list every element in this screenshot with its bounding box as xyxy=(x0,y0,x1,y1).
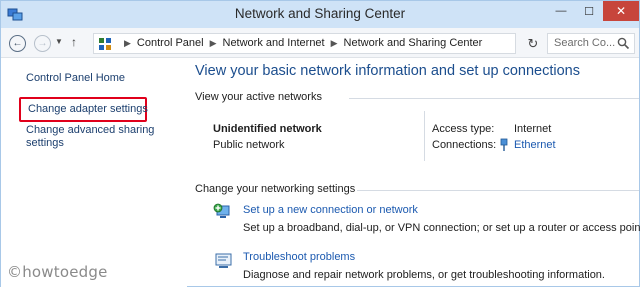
troubleshoot-problems-description: Diagnose and repair network problems, or… xyxy=(243,269,605,281)
ethernet-link[interactable]: Ethernet xyxy=(514,139,556,151)
breadcrumb-separator-icon[interactable]: ▶ xyxy=(331,38,338,48)
page-title: View your basic network information and … xyxy=(195,63,581,79)
breadcrumb-control-panel[interactable]: Control Panel xyxy=(137,37,204,49)
back-arrow-icon[interactable]: ← xyxy=(9,35,26,52)
recent-locations-dropdown-icon[interactable]: ▼ xyxy=(55,37,63,46)
highlight-box: Change adapter settings xyxy=(19,97,148,122)
search-icon[interactable] xyxy=(617,37,630,50)
network-sharing-center-window: Network and Sharing Center — ☐ ✕ ← → ▼ ↑… xyxy=(0,0,640,287)
address-toolbar: ← → ▼ ↑ ▶ Control Panel ▶ Network and Inter… xyxy=(1,28,639,58)
troubleshoot-icon xyxy=(215,253,232,268)
title-bar: Network and Sharing Center — ☐ ✕ xyxy=(1,1,639,28)
troubleshoot-problems-link[interactable]: Troubleshoot problems xyxy=(243,251,355,263)
vertical-divider xyxy=(424,111,425,161)
window-title: Network and Sharing Center xyxy=(234,6,406,21)
refresh-icon[interactable]: ↻ xyxy=(523,34,543,53)
new-connection-icon xyxy=(213,203,230,218)
access-type-label: Access type: xyxy=(432,123,495,135)
breadcrumb-network-and-sharing-center[interactable]: Network and Sharing Center xyxy=(344,37,483,49)
active-networks-title: View your active networks xyxy=(195,91,322,103)
breadcrumb: ▶ Control Panel ▶ Network and Internet ▶ Netw… xyxy=(118,37,482,49)
setup-connection-description: Set up a broadband, dial-up, or VPN conn… xyxy=(243,222,640,234)
search-input[interactable]: Search Co... xyxy=(547,33,635,54)
control-panel-home-link[interactable]: Control Panel Home xyxy=(26,72,125,85)
control-panel-icon xyxy=(99,38,111,50)
section-divider xyxy=(349,98,639,99)
access-type-value: Internet xyxy=(514,123,552,135)
forward-arrow-icon[interactable]: → xyxy=(34,35,51,52)
ethernet-icon xyxy=(500,138,508,151)
breadcrumb-separator-icon: ▶ xyxy=(124,38,131,48)
networking-settings-title: Change your networking settings xyxy=(195,183,356,195)
close-button[interactable]: ✕ xyxy=(603,1,639,21)
change-advanced-sharing-settings-link[interactable]: Change advanced sharing settings xyxy=(26,124,156,150)
breadcrumb-separator-icon[interactable]: ▶ xyxy=(210,38,217,48)
change-adapter-settings-link[interactable]: Change adapter settings xyxy=(28,103,148,115)
breadcrumb-network-and-internet[interactable]: Network and Internet xyxy=(223,37,325,49)
main-content: View your basic network information and … xyxy=(187,59,640,287)
network-name: Unidentified network xyxy=(213,123,322,135)
maximize-button[interactable]: ☐ xyxy=(575,1,603,21)
minimize-button[interactable]: — xyxy=(547,1,575,21)
address-bar[interactable]: ▶ Control Panel ▶ Network and Internet ▶ Netw… xyxy=(93,33,605,54)
section-divider xyxy=(357,190,639,191)
sidebar: Control Panel Home Change adapter settin… xyxy=(1,59,187,287)
up-arrow-icon[interactable]: ↑ xyxy=(71,35,77,49)
connections-label: Connections: xyxy=(432,139,497,151)
network-type-link[interactable]: Public network xyxy=(213,139,285,151)
watermark: ©howtoedge xyxy=(7,263,108,281)
search-placeholder: Search Co... xyxy=(554,37,616,49)
setup-connection-link[interactable]: Set up a new connection or network xyxy=(243,204,418,216)
